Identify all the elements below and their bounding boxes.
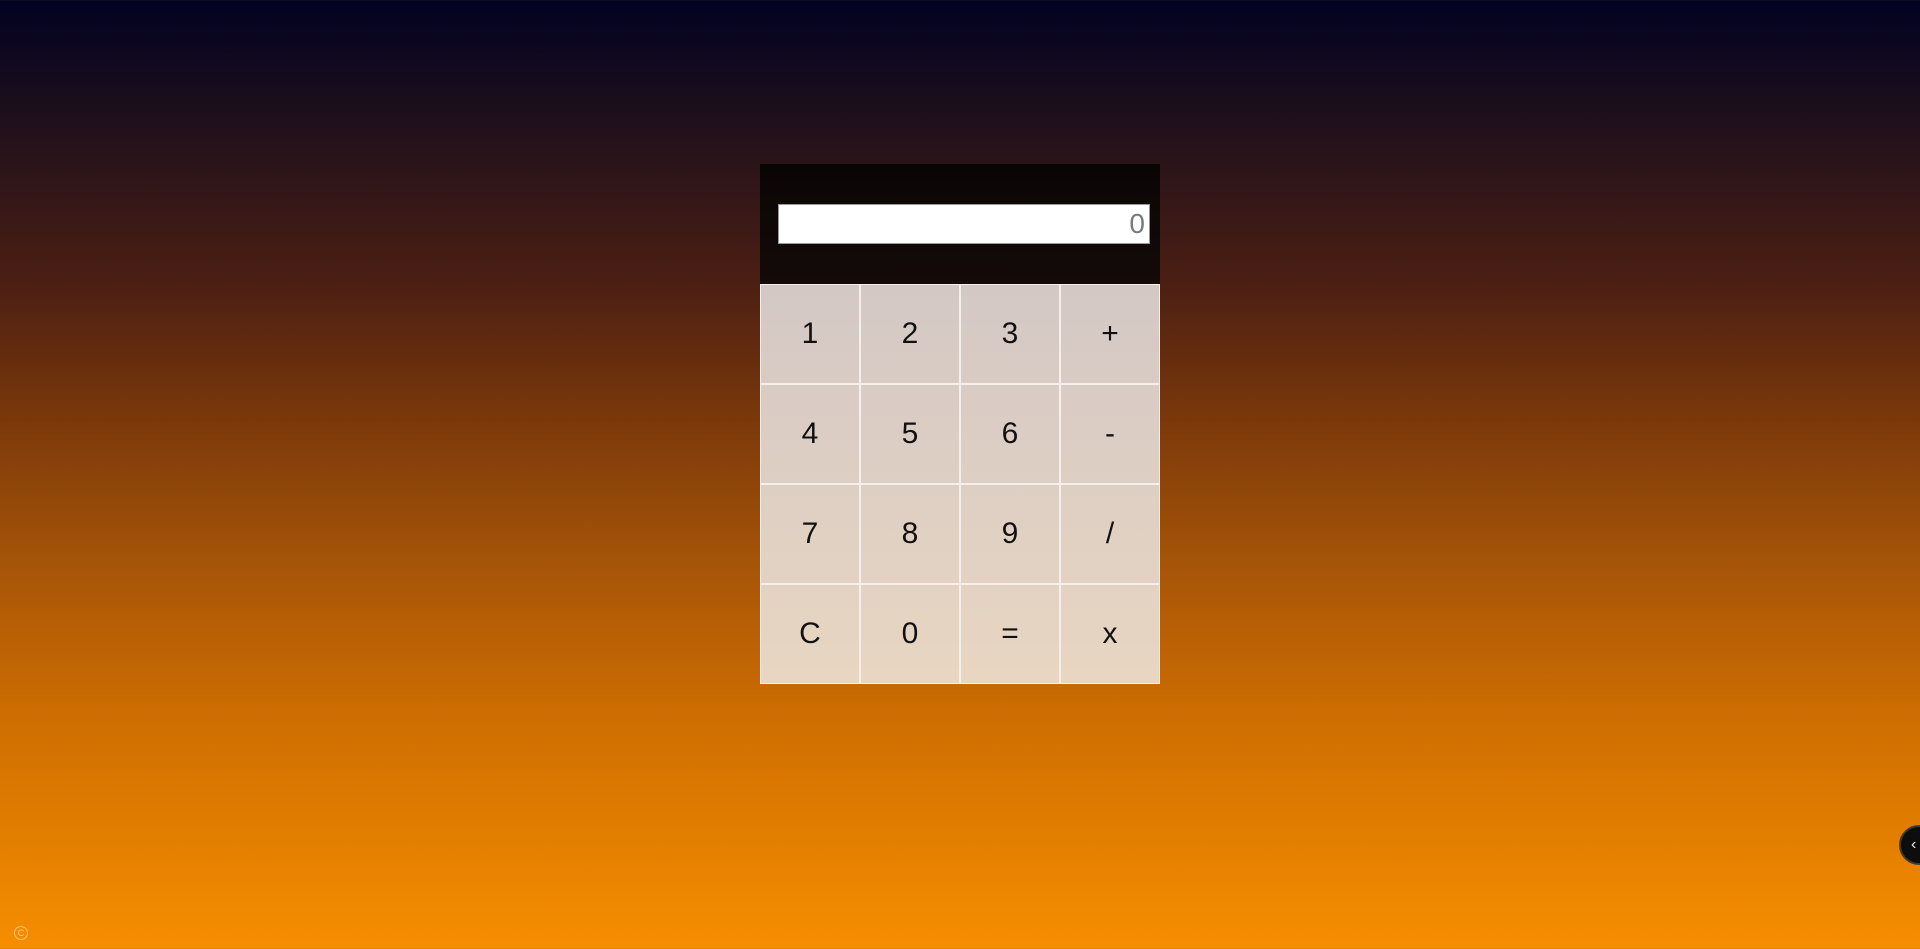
display-panel — [760, 164, 1160, 284]
key-multiply[interactable]: x — [1060, 584, 1160, 684]
calculator-display[interactable] — [778, 204, 1150, 244]
key-5[interactable]: 5 — [860, 384, 960, 484]
key-add[interactable]: + — [1060, 284, 1160, 384]
key-2[interactable]: 2 — [860, 284, 960, 384]
key-subtract[interactable]: - — [1060, 384, 1160, 484]
key-4[interactable]: 4 — [760, 384, 860, 484]
key-divide[interactable]: / — [1060, 484, 1160, 584]
key-1[interactable]: 1 — [760, 284, 860, 384]
key-7[interactable]: 7 — [760, 484, 860, 584]
chevron-left-icon: ‹ — [1911, 836, 1917, 853]
keypad: 1 2 3 + 4 5 6 - 7 8 9 / C 0 = x — [760, 284, 1160, 684]
calculator: 1 2 3 + 4 5 6 - 7 8 9 / C 0 = x — [760, 164, 1160, 684]
key-8[interactable]: 8 — [860, 484, 960, 584]
key-6[interactable]: 6 — [960, 384, 1060, 484]
key-3[interactable]: 3 — [960, 284, 1060, 384]
key-0[interactable]: 0 — [860, 584, 960, 684]
key-equals[interactable]: = — [960, 584, 1060, 684]
side-panel-toggle[interactable]: ‹ — [1899, 825, 1920, 865]
key-9[interactable]: 9 — [960, 484, 1060, 584]
key-clear[interactable]: C — [760, 584, 860, 684]
copyright-icon: C — [14, 926, 28, 940]
